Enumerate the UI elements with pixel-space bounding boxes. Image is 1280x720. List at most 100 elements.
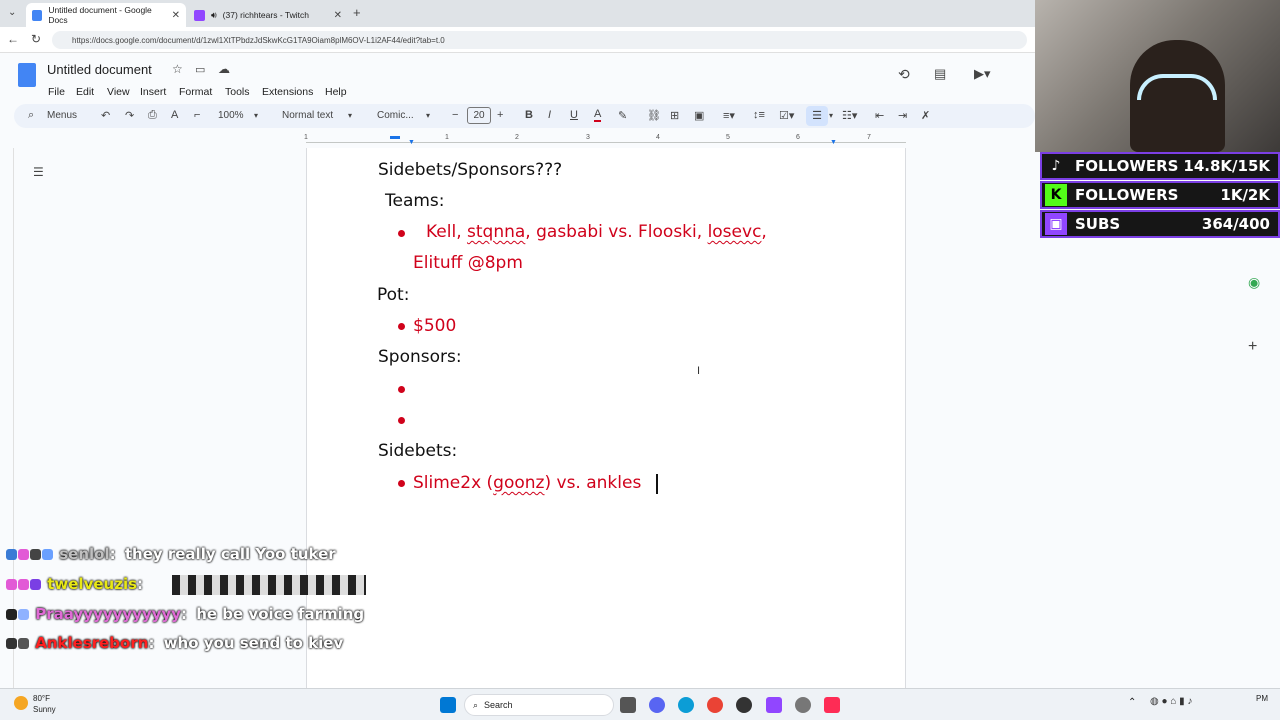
tiktok-app-icon[interactable] xyxy=(824,697,840,713)
url-field[interactable]: https://docs.google.com/document/d/1zwl1… xyxy=(52,31,1027,49)
menu-help[interactable]: Help xyxy=(325,86,347,98)
twitch-app-icon[interactable] xyxy=(766,697,782,713)
search-label: Search xyxy=(484,700,513,710)
italic-icon[interactable]: I xyxy=(548,109,551,121)
star-icon[interactable]: ☆ xyxy=(172,62,183,76)
badge-icon xyxy=(18,549,29,560)
chat-message: twelveuzis: xyxy=(6,575,366,595)
redo-icon[interactable]: ↷ xyxy=(125,109,134,122)
tab-twitch[interactable]: 🔊︎ (37) richhtears - Twitch ✕ xyxy=(188,3,348,27)
comment-icon[interactable]: ⊞ xyxy=(670,109,679,122)
document-page[interactable]: Sidebets/Sponsors??? Teams: Kell, stqnna… xyxy=(306,148,906,688)
text-color-icon[interactable]: A xyxy=(594,109,602,122)
spellcheck-icon[interactable]: A xyxy=(171,109,178,121)
badge-icon xyxy=(6,638,17,649)
move-folder-icon[interactable]: ▭ xyxy=(195,63,205,76)
meet-icon[interactable]: ▶▾ xyxy=(974,66,991,82)
tab-list-icon[interactable]: ⌄ xyxy=(8,7,16,18)
font-size-field[interactable]: 20 xyxy=(467,107,491,124)
chrome-icon[interactable] xyxy=(707,697,723,713)
line-spacing-icon[interactable]: ↕≡ xyxy=(753,109,765,121)
discord-icon[interactable] xyxy=(649,697,665,713)
weather-temp[interactable]: 80°F xyxy=(33,694,50,703)
tray-icons[interactable]: ◍ ● ⌂ ▮ ♪ xyxy=(1150,696,1192,707)
increase-font-icon[interactable]: + xyxy=(497,109,503,121)
ruler-mark: 1 xyxy=(445,134,449,141)
weather-icon[interactable] xyxy=(14,696,28,710)
search-icon: ⌕ xyxy=(473,699,479,710)
search-menus-label[interactable]: Menus xyxy=(47,110,77,121)
horizontal-ruler: 1 1 2 3 4 5 6 7 ▼ ▼ xyxy=(304,134,906,146)
docs-header: Untitled document ☆ ▭ ☁ File Edit View I… xyxy=(0,53,1035,103)
image-icon[interactable]: ▣ xyxy=(694,109,704,122)
menu-edit[interactable]: Edit xyxy=(76,86,94,98)
media-icon[interactable] xyxy=(736,697,752,713)
style-select[interactable]: Normal text xyxy=(282,110,333,121)
menu-format[interactable]: Format xyxy=(179,86,212,98)
text-cursor xyxy=(656,474,658,494)
version-history-icon[interactable]: ⟲ xyxy=(898,66,910,83)
zoom-select[interactable]: 100% xyxy=(218,110,244,121)
outline-icon[interactable]: ☰ xyxy=(33,165,44,179)
chat-message: senlol: they really call Yoo tuker xyxy=(6,545,336,563)
undo-icon[interactable]: ↶ xyxy=(101,109,110,122)
tab-google-docs[interactable]: Untitled document - Google Docs ✕ xyxy=(26,3,186,27)
start-icon[interactable] xyxy=(440,697,456,713)
close-tab-icon[interactable]: ✕ xyxy=(172,10,180,21)
reload-icon[interactable]: ↻ xyxy=(31,32,41,46)
document-title[interactable]: Untitled document xyxy=(47,62,152,77)
chat-username: senlol xyxy=(59,545,110,563)
settings-icon[interactable] xyxy=(795,697,811,713)
weather-desc[interactable]: Sunny xyxy=(33,705,56,714)
menu-view[interactable]: View xyxy=(107,86,130,98)
tiktok-followers-stat: ♪ FOLLOWERS 14.8K/15K xyxy=(1040,152,1280,180)
increase-indent-icon[interactable]: ⇥ xyxy=(898,109,907,122)
ruler-mark: 4 xyxy=(656,134,660,141)
font-select[interactable]: Comic... xyxy=(377,110,414,121)
clear-formatting-icon[interactable]: ✗ xyxy=(921,109,930,122)
ruler-mark: 1 xyxy=(304,134,308,141)
teams-line-2: Elituff @8pm xyxy=(413,253,523,273)
chat-text: who you send to kiev xyxy=(163,634,344,652)
tab-label: (37) richhtears - Twitch xyxy=(222,10,309,20)
sponsors-label: Sponsors: xyxy=(378,347,462,367)
link-icon[interactable]: ⛓ xyxy=(647,109,661,122)
right-indent-icon[interactable]: ▼ xyxy=(830,139,837,146)
underline-icon[interactable]: U xyxy=(570,109,578,121)
align-icon[interactable]: ≡▾ xyxy=(723,109,735,122)
numbered-list-icon[interactable]: ☷▾ xyxy=(842,109,857,122)
back-icon[interactable]: ← xyxy=(7,32,19,46)
bullet-icon xyxy=(398,480,405,487)
paint-format-icon[interactable]: ⌐ xyxy=(194,109,200,121)
decrease-indent-icon[interactable]: ⇤ xyxy=(875,109,884,122)
menu-extensions[interactable]: Extensions xyxy=(262,86,313,98)
edge-icon[interactable] xyxy=(678,697,694,713)
new-tab-icon[interactable]: + xyxy=(353,5,361,20)
bulleted-list-icon[interactable]: ☰ xyxy=(806,106,828,126)
comments-icon[interactable]: ▤ xyxy=(934,66,946,82)
indent-marker-icon[interactable] xyxy=(390,136,400,139)
checklist-icon[interactable]: ☑▾ xyxy=(779,109,794,122)
clock[interactable]: PM xyxy=(1256,694,1268,703)
kick-icon: K xyxy=(1045,184,1067,206)
search-menus-icon[interactable]: ⌕ xyxy=(28,109,34,122)
menu-file[interactable]: File xyxy=(48,86,65,98)
chevron-up-icon[interactable]: ⌃ xyxy=(1128,697,1136,708)
docs-logo-icon[interactable] xyxy=(18,63,36,87)
close-tab-icon[interactable]: ✕ xyxy=(334,10,342,21)
task-view-icon[interactable] xyxy=(620,697,636,713)
chat-message: Anklesreborn: who you send to kiev xyxy=(6,634,343,652)
menu-tools[interactable]: Tools xyxy=(225,86,250,98)
left-indent-icon[interactable]: ▼ xyxy=(408,139,415,146)
highlight-icon[interactable]: ✎ xyxy=(618,109,627,122)
decrease-font-icon[interactable]: − xyxy=(452,109,458,121)
taskbar-search[interactable]: ⌕ Search xyxy=(464,694,614,716)
menu-insert[interactable]: Insert xyxy=(140,86,166,98)
windows-taskbar: 80°F Sunny ⌕ Search ⌃ ◍ ● ⌂ ▮ ♪ PM xyxy=(0,688,1280,720)
maps-icon[interactable]: ◉ xyxy=(1248,274,1260,291)
bold-icon[interactable]: B xyxy=(525,109,533,121)
badge-icon xyxy=(30,579,41,590)
print-icon[interactable]: ⎙ xyxy=(148,109,157,122)
add-addon-icon[interactable]: + xyxy=(1248,338,1257,356)
chat-text: they really call Yoo tuker xyxy=(124,545,336,563)
